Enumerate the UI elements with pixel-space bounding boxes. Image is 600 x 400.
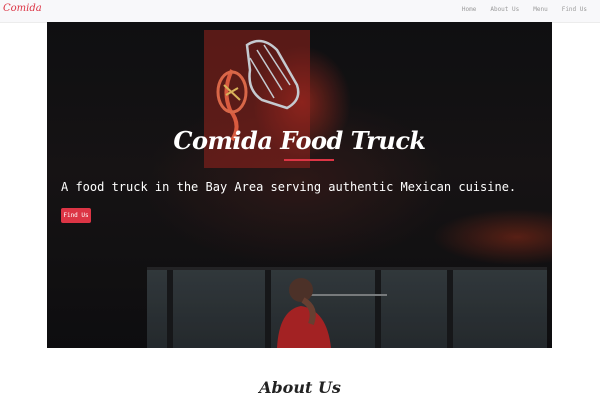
hero-tagline: A food truck in the Bay Area serving aut… (61, 180, 517, 194)
brand-logo[interactable]: Comida (3, 3, 42, 14)
title-underline (284, 159, 334, 161)
find-us-button[interactable]: Find Us (61, 208, 91, 223)
hero-title: Comida Food Truck (173, 126, 426, 155)
hero-section: Comida Food Truck A food truck in the Ba… (47, 22, 552, 348)
navbar: Comida Home About Us Menu Find Us (0, 0, 600, 23)
nav-link-find-us[interactable]: Find Us (555, 6, 594, 13)
nav-link-about-us[interactable]: About Us (483, 6, 526, 13)
about-us-heading: About Us (259, 378, 341, 397)
nav-link-home[interactable]: Home (455, 6, 483, 13)
nav-links: Home About Us Menu Find Us (455, 6, 594, 13)
nav-link-menu[interactable]: Menu (526, 6, 554, 13)
